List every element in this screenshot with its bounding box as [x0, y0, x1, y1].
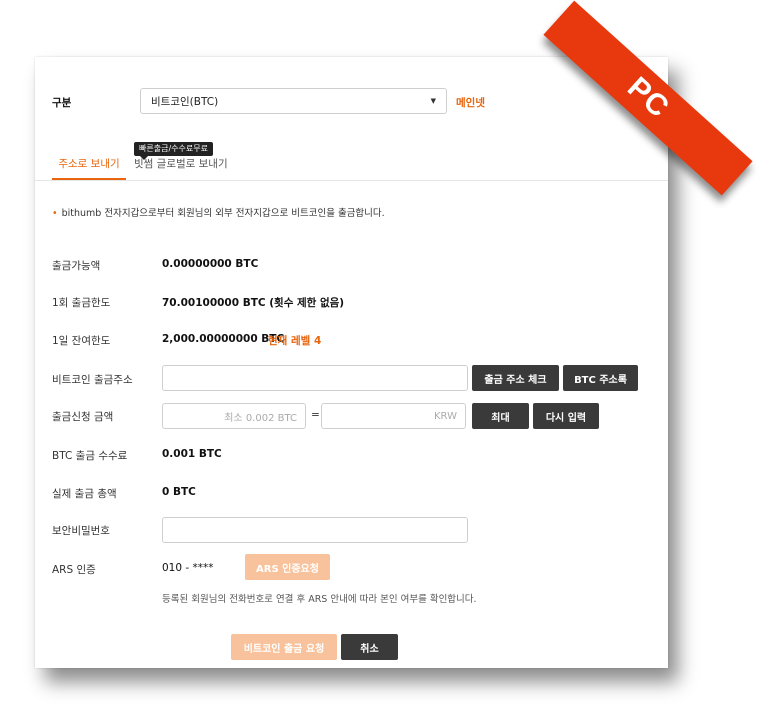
fee-value: 0.001 BTC: [162, 448, 222, 460]
single-limit-value: 70.00100000 BTC (횟수 제한 없음): [162, 297, 345, 309]
category-label: 구분: [52, 97, 72, 109]
max-button[interactable]: 최대: [472, 403, 529, 429]
single-limit-label: 1회 출금한도: [52, 297, 111, 309]
fee-label: BTC 출금 수수료: [52, 450, 128, 462]
amount-label: 출금신청 금액: [52, 411, 114, 423]
current-level-link[interactable]: 현재 레벨 4: [268, 333, 321, 348]
btc-amount-placeholder: 최소 0.002 BTC: [224, 412, 297, 424]
tab-address-send[interactable]: 주소로 보내기: [52, 150, 126, 180]
krw-amount-input[interactable]: KRW: [321, 403, 466, 429]
security-password-label: 보안비밀번호: [52, 525, 110, 537]
daily-limit-label: 1일 잔여한도: [52, 335, 111, 347]
withdraw-card: [35, 57, 668, 668]
tab-global-send[interactable]: 빗썸 글로벌로 보내기: [134, 150, 228, 180]
total-label: 실제 출금 총액: [52, 488, 117, 500]
bullet-icon: •: [52, 208, 58, 219]
withdraw-submit-button[interactable]: 비트코인 출금 요청: [231, 634, 337, 660]
daily-limit-value: 2,000.00000000 BTC: [162, 333, 285, 345]
address-book-button[interactable]: BTC 주소록: [563, 365, 638, 391]
address-label: 비트코인 출금주소: [52, 374, 133, 386]
address-input[interactable]: [162, 365, 468, 391]
network-label: 메인넷: [456, 97, 485, 109]
withdraw-notice-text: bithumb 전자지갑으로부터 회원님의 외부 전자지갑으로 비트코인을 출금…: [61, 208, 385, 219]
total-value: 0 BTC: [162, 486, 196, 498]
coin-select-value: 비트코인(BTC): [151, 95, 219, 108]
available-value: 0.00000000 BTC: [162, 258, 259, 270]
withdraw-notice: • bithumb 전자지갑으로부터 회원님의 외부 전자지갑으로 비트코인을 출…: [52, 205, 385, 219]
available-label: 출금가능액: [52, 260, 101, 272]
equals-sign: =: [311, 409, 320, 421]
coin-select[interactable]: 비트코인(BTC) ▼: [140, 88, 447, 114]
address-check-button[interactable]: 출금 주소 체크: [472, 365, 559, 391]
btc-amount-input[interactable]: 최소 0.002 BTC: [162, 403, 306, 429]
krw-amount-placeholder: KRW: [434, 410, 457, 422]
ars-request-button[interactable]: ARS 인증요청: [245, 554, 330, 580]
tab-divider: [35, 180, 668, 181]
ars-note: 등록된 회원님의 전화번호로 연결 후 ARS 안내에 따라 본인 여부를 확인…: [162, 594, 477, 605]
chevron-down-icon: ▼: [430, 97, 436, 105]
reset-button[interactable]: 다시 입력: [533, 403, 599, 429]
cancel-button[interactable]: 취소: [341, 634, 398, 660]
ars-phone: 010 - ****: [162, 562, 214, 574]
ars-label: ARS 인증: [52, 564, 96, 576]
security-password-input[interactable]: [162, 517, 468, 543]
